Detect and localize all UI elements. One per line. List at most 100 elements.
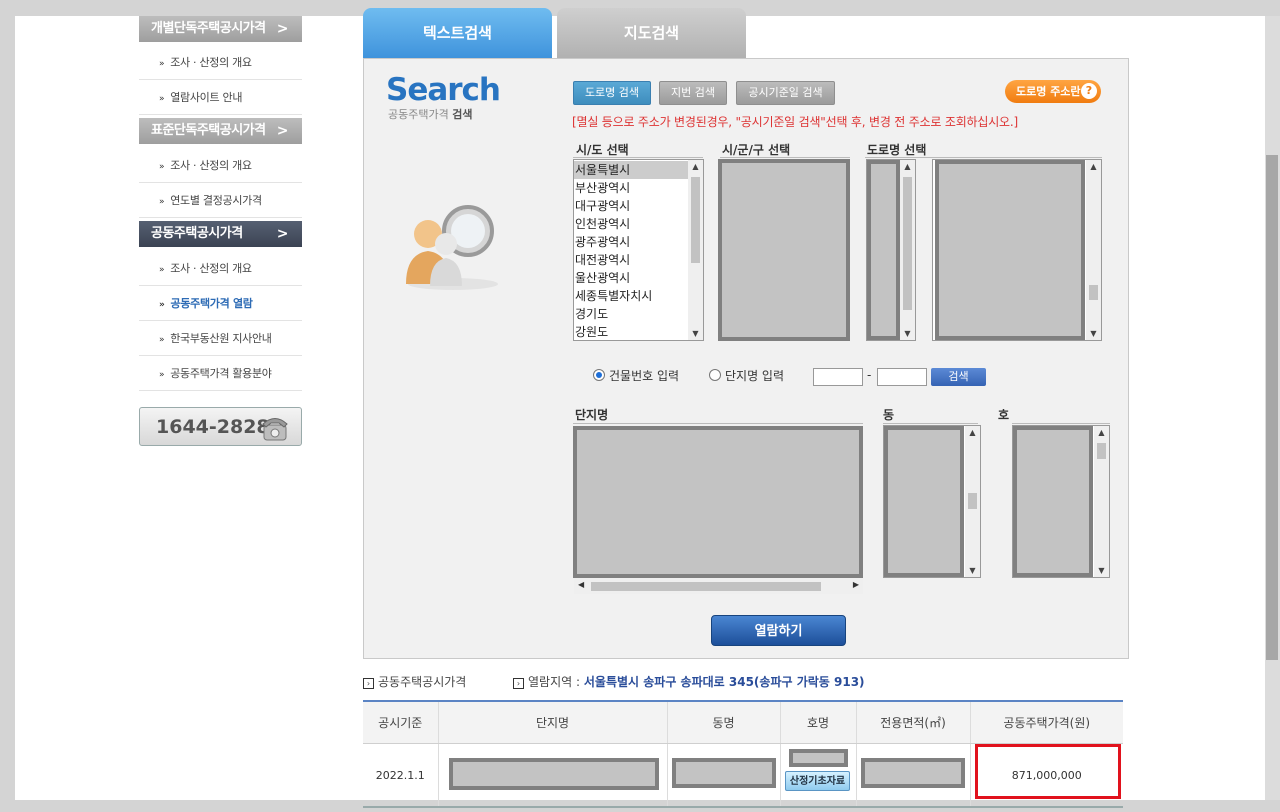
redacted-ho [789,749,848,767]
header-complex: 단지명 [437,700,667,744]
complex-hscrollbar[interactable]: ◀ ▶ [574,578,863,594]
road-address-button[interactable]: 도로명 주소란 ? [1005,80,1101,103]
scroll-thumb[interactable] [1089,285,1098,300]
phone-banner: 1644-2828 [139,407,302,446]
header-price: 공동주택가격(원) [969,700,1123,744]
tab-map-search[interactable]: 지도검색 [557,8,746,58]
road-label: 도로명 선택 [867,143,927,157]
complex-label: 단지명 [575,408,609,422]
building-number-main-input[interactable] [813,368,863,386]
bullet-icon: » [159,335,165,345]
redacted-area [867,160,900,340]
redacted-complex-name [449,758,659,790]
sidebar-section-individual[interactable]: 개별단독주택공시가격 > [139,16,302,42]
divider [865,157,1102,158]
redacted-area-size [861,758,965,788]
divider [573,423,863,424]
scroll-thumb[interactable] [903,177,912,310]
sido-option[interactable]: 강원도 [574,323,688,340]
complex-listbox[interactable] [573,426,863,578]
lot-search-button[interactable]: 지번 검색 [659,81,727,105]
sidebar-item-apartment-overview[interactable]: » 조사 · 산정의 개요 [139,252,302,286]
dong-scrollbar[interactable]: ▲ ▼ [965,426,980,577]
sidebar-item-branch-info[interactable]: » 한국부동산원 지사안내 [139,322,302,356]
sido-option[interactable]: 대전광역시 [574,251,688,269]
sidebar-item-price-usage[interactable]: » 공동주택가격 활용분야 [139,357,302,391]
sido-option[interactable]: 부산광역시 [574,179,688,197]
calc-basis-button[interactable]: 산정기초자료 [785,771,850,791]
dong-listbox[interactable]: ▲ ▼ [883,425,981,578]
sido-option[interactable]: 광주광역시 [574,233,688,251]
arrow-box-icon: › [363,678,374,689]
scroll-down-icon[interactable]: ▼ [688,329,703,338]
ho-label: 호 [998,408,1010,422]
bullet-icon: » [159,300,165,310]
road-search-button[interactable]: 도로명 검색 [573,81,651,105]
scroll-down-icon[interactable]: ▼ [965,566,980,575]
complex-name-radio-label[interactable]: 단지명 입력 [725,367,784,384]
scroll-left-icon[interactable]: ◀ [578,580,584,589]
redacted-area [935,160,1085,340]
scroll-thumb[interactable] [691,177,700,263]
divider [720,157,850,158]
scroll-thumb[interactable] [591,582,821,591]
sido-option[interactable]: 서울특별시 [574,161,688,179]
sido-option[interactable]: 인천광역시 [574,215,688,233]
sigungu-listbox[interactable] [718,159,850,341]
sidebar-item-standard-overview[interactable]: » 조사 · 산정의 개요 [139,149,302,183]
view-button[interactable]: 열람하기 [711,615,846,646]
scroll-thumb[interactable] [1097,443,1106,459]
search-logo-title: Search [386,72,501,108]
ho-scrollbar[interactable]: ▲ ▼ [1094,426,1109,577]
sido-listbox[interactable]: 서울특별시 부산광역시 대구광역시 인천광역시 광주광역시 대전광역시 울산광역시 세종특별자… [573,159,704,341]
sigungu-label: 시/군/구 선택 [722,143,791,157]
scroll-down-icon[interactable]: ▼ [900,329,915,338]
date-search-button[interactable]: 공시기준일 검색 [736,81,835,105]
sido-option[interactable]: 경기도 [574,305,688,323]
complex-name-radio[interactable] [709,369,721,381]
sidebar-item-individual-overview[interactable]: » 조사 · 산정의 개요 [139,46,302,80]
scroll-up-icon[interactable]: ▲ [965,428,980,437]
search-person-icon [406,205,498,290]
bullet-icon: » [159,370,165,380]
scroll-up-icon[interactable]: ▲ [688,162,703,171]
sidebar-item-apartment-price-view[interactable]: » 공동주택가격 열람 [139,287,302,321]
sidebar-item-viewing-site[interactable]: » 열람사이트 안내 [139,81,302,115]
page-scrollbar-thumb[interactable] [1266,155,1278,660]
tab-text-search[interactable]: 텍스트검색 [363,8,552,58]
ho-listbox[interactable]: ▲ ▼ [1012,425,1110,578]
bullet-icon: » [159,265,165,275]
bullet-icon: » [159,197,165,207]
building-number-radio[interactable] [593,369,605,381]
sido-option[interactable]: 대구광역시 [574,197,688,215]
sidebar-section-standard[interactable]: 표준단독주택공시가격 > [139,118,302,144]
sidebar-item-yearly-price[interactable]: » 연도별 결정공시가격 [139,184,302,218]
sidebar-section-apartment[interactable]: 공동주택공시가격 > [139,221,302,247]
road-name-scrollbar[interactable]: ▲ ▼ [1086,160,1101,340]
redacted-area [1013,426,1093,577]
road-initial-listbox[interactable]: ▲ ▼ [866,159,916,341]
phone-icon [262,418,288,441]
chevron-right-icon: > [276,21,289,37]
sido-option[interactable]: 세종특별자치시 [574,287,688,305]
road-name-listbox[interactable]: ▲ ▼ [932,159,1102,341]
sido-scrollbar[interactable]: ▲ ▼ [688,160,703,340]
scroll-down-icon[interactable]: ▼ [1094,566,1109,575]
building-number-radio-label[interactable]: 건물번호 입력 [609,367,679,384]
scroll-up-icon[interactable]: ▲ [1094,428,1109,437]
search-button[interactable]: 검색 [931,368,986,386]
scroll-thumb[interactable] [968,493,977,509]
header-dong: 동명 [666,700,780,744]
chevron-right-icon: > [276,226,289,242]
scroll-down-icon[interactable]: ▼ [1086,329,1101,338]
scroll-up-icon[interactable]: ▲ [1086,162,1101,171]
divider [883,423,978,424]
bullet-icon: » [159,94,165,104]
dong-label: 동 [883,408,895,422]
sido-option[interactable]: 울산광역시 [574,269,688,287]
road-initial-scrollbar[interactable]: ▲ ▼ [900,160,915,340]
building-number-sub-input[interactable] [877,368,927,386]
scroll-right-icon[interactable]: ▶ [853,580,859,589]
chevron-right-icon: > [276,123,289,139]
scroll-up-icon[interactable]: ▲ [900,162,915,171]
